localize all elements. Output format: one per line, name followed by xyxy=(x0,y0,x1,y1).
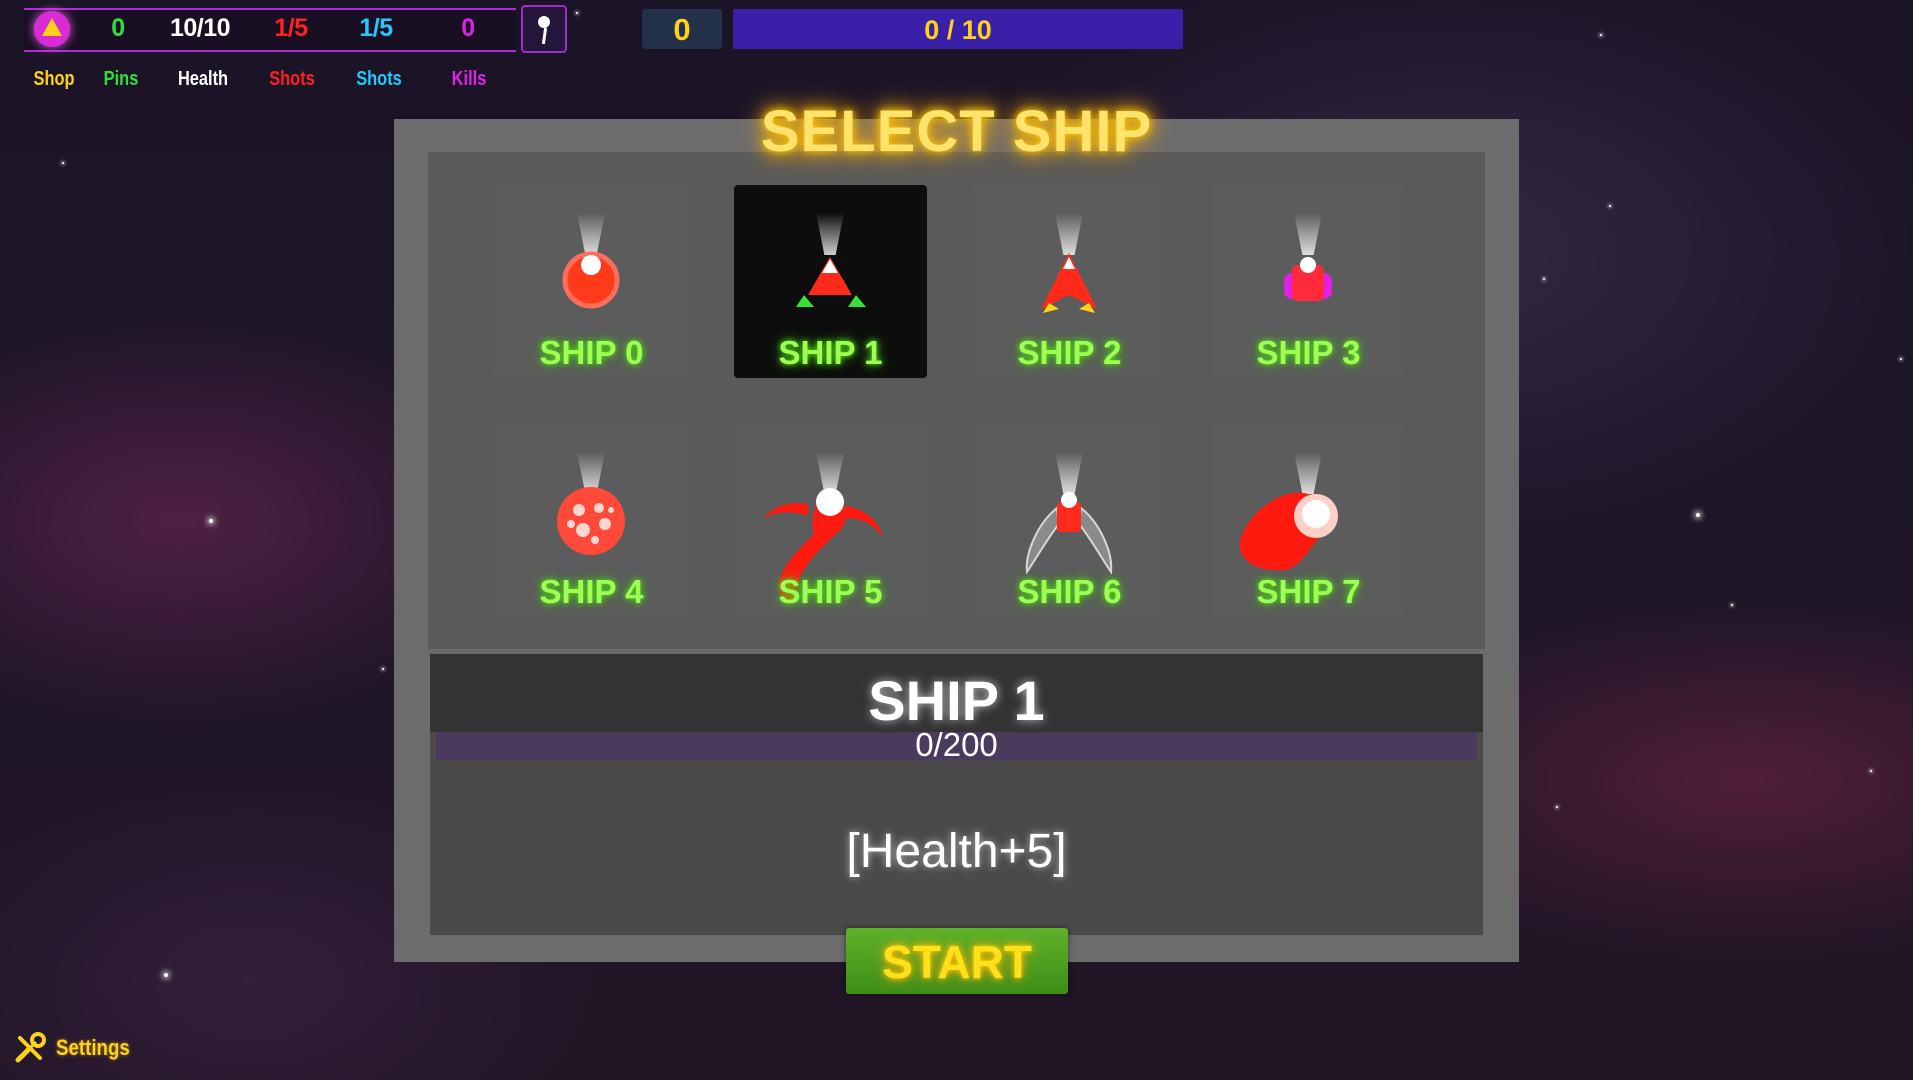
ship-label: SHIP 5 xyxy=(778,573,883,610)
star xyxy=(1609,205,1611,207)
ship-card-1[interactable]: SHIP 1 xyxy=(734,185,927,378)
page-title: SELECT SHIP xyxy=(760,99,1153,164)
level-progress-bar: 0 / 10 xyxy=(733,9,1183,49)
shots-red-label: Shots xyxy=(269,68,315,90)
level-progress-text: 0 / 10 xyxy=(924,15,992,45)
pin-needle xyxy=(541,27,548,45)
star xyxy=(576,12,578,14)
star xyxy=(1543,278,1545,280)
ship-grid: SHIP 0 SHIP 1 SHIP 2 SHIP 3 SHIP 4 SHIP … xyxy=(428,152,1485,649)
shots-blue-value: 1/5 xyxy=(359,14,393,42)
kills-label: Kills xyxy=(451,68,487,90)
ship-label: SHIP 7 xyxy=(1256,573,1361,610)
ship-info-panel: SHIP 1 0/200 [Health+5] xyxy=(430,654,1483,935)
ship-label: SHIP 3 xyxy=(1256,334,1361,371)
star xyxy=(1696,513,1700,517)
health-label: Health xyxy=(177,68,229,90)
pins-count: 0 xyxy=(111,14,125,42)
pin-button[interactable] xyxy=(521,5,567,53)
star xyxy=(1870,770,1872,772)
kills-count: 0 xyxy=(461,14,475,42)
ship-card-7[interactable]: SHIP 7 xyxy=(1212,424,1405,617)
star xyxy=(209,519,213,523)
ship-card-6[interactable]: SHIP 6 xyxy=(973,424,1166,617)
ship-bonus: [Health+5] xyxy=(846,825,1067,878)
star xyxy=(1600,34,1602,36)
ship-label: SHIP 4 xyxy=(539,573,644,610)
star xyxy=(1556,806,1558,808)
wrench-icon xyxy=(15,1032,46,1063)
settings-label: Settings xyxy=(56,1035,130,1060)
ship-card-0[interactable]: SHIP 0 xyxy=(495,185,688,378)
selected-ship-name: SHIP 1 xyxy=(868,669,1045,732)
ship-card-3[interactable]: SHIP 3 xyxy=(1212,185,1405,378)
star xyxy=(382,668,384,670)
shots-blue-label: Shots xyxy=(356,68,402,90)
star xyxy=(1900,358,1902,360)
health-value: 10/10 xyxy=(169,14,231,42)
ship-card-4[interactable]: SHIP 4 xyxy=(495,424,688,617)
score-display: 0 xyxy=(642,9,722,49)
ship-card-2[interactable]: SHIP 2 xyxy=(973,185,1166,378)
shots-red-value: 1/5 xyxy=(274,14,308,42)
triangle-icon xyxy=(42,18,62,36)
pins-label: Pins xyxy=(103,68,139,90)
shop-button[interactable] xyxy=(34,11,70,47)
ship-label: SHIP 6 xyxy=(1017,573,1122,610)
ship-label: SHIP 2 xyxy=(1017,334,1122,371)
star xyxy=(164,973,168,977)
ship-xp-text: 0/200 xyxy=(915,726,998,763)
shop-label[interactable]: Shop xyxy=(17,68,91,91)
star xyxy=(1731,604,1733,606)
ship-card-5[interactable]: SHIP 5 xyxy=(734,424,927,617)
settings-button[interactable]: Settings xyxy=(14,1030,143,1066)
pin-icon xyxy=(538,16,550,28)
ship-label: SHIP 1 xyxy=(778,334,883,371)
start-button[interactable]: START xyxy=(846,928,1068,994)
ship-label: SHIP 0 xyxy=(539,334,644,371)
